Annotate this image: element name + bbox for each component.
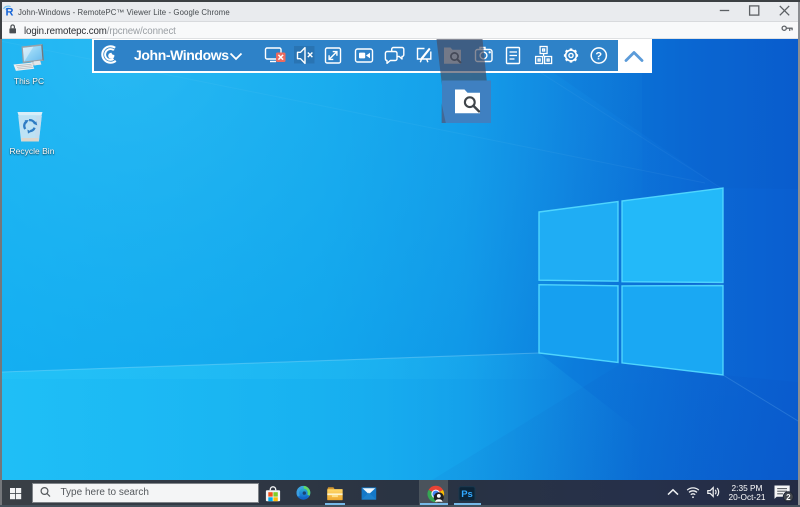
svg-text:Ps: Ps [461, 489, 473, 500]
svg-text:2: 2 [786, 493, 791, 502]
svg-text:R: R [6, 7, 14, 19]
